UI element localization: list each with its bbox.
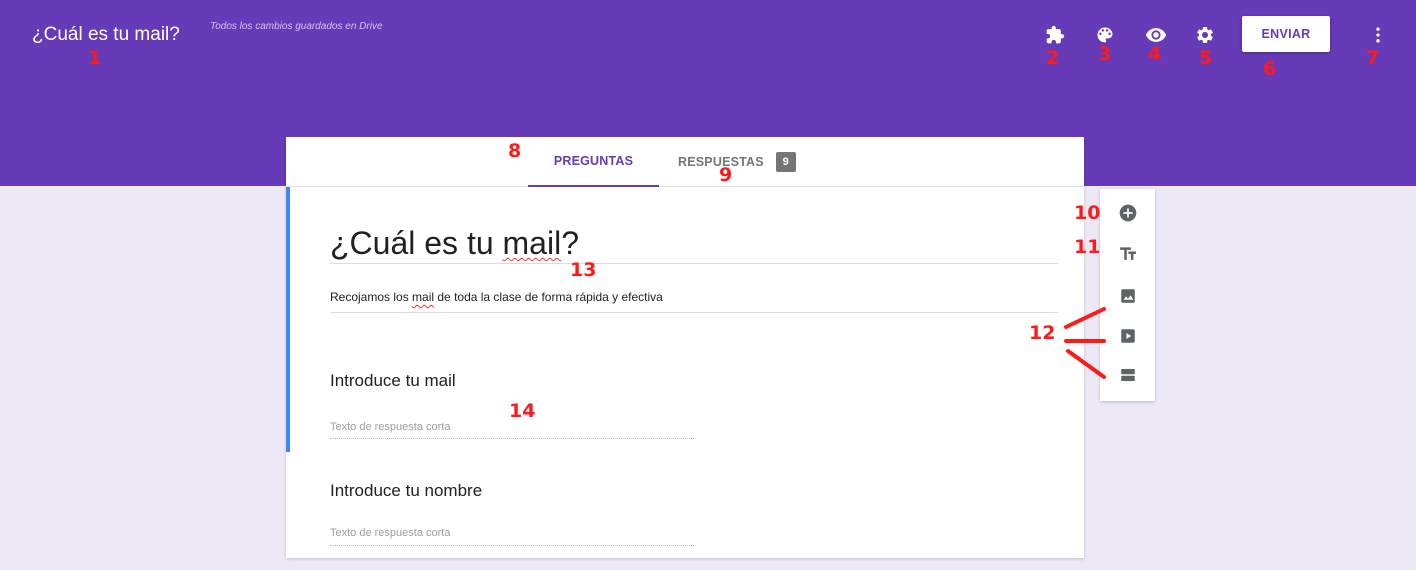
form-title-suffix: ? (561, 225, 579, 261)
tab-preguntas[interactable]: PREGUNTAS (528, 137, 659, 187)
image-icon[interactable] (1116, 284, 1140, 308)
tab-preguntas-label: PREGUNTAS (553, 154, 634, 168)
tabs-bar: PREGUNTAS RESPUESTAS 9 (286, 137, 1084, 187)
form-description[interactable]: Recojamos los mail de toda la clase de f… (330, 290, 663, 304)
responses-count-badge: 9 (775, 152, 796, 172)
active-section-indicator (286, 187, 290, 452)
tab-respuestas[interactable]: RESPUESTAS 9 (678, 137, 828, 187)
callout-number: 4 (1148, 43, 1162, 65)
answer-underline (330, 545, 694, 546)
callout-12-pointer-lines (1064, 307, 1106, 379)
answer-placeholder: Texto de respuesta corta (330, 421, 451, 433)
form-description-underline (330, 312, 1058, 313)
form-title-underline (330, 263, 1058, 264)
callout-number: 14 (509, 400, 536, 422)
form-desc-prefix: Recojamos los (330, 290, 413, 304)
question-title[interactable]: Introduce tu nombre (330, 481, 482, 501)
callout-number: 3 (1098, 43, 1112, 65)
more-vert-icon[interactable] (1366, 23, 1390, 47)
callout-number: 10 (1074, 202, 1101, 224)
app-title[interactable]: ¿Cuál es tu mail? (32, 24, 180, 46)
title-text-icon[interactable] (1116, 242, 1140, 266)
callout-number: 13 (570, 259, 597, 281)
callout-number: 8 (508, 140, 522, 162)
callout-number: 2 (1046, 47, 1060, 69)
video-icon[interactable] (1116, 324, 1140, 348)
callout-number: 11 (1074, 236, 1101, 258)
callout-number: 6 (1263, 58, 1277, 80)
callout-number: 7 (1366, 47, 1380, 69)
add-circle-icon[interactable] (1116, 201, 1140, 225)
callout-number: 9 (719, 164, 733, 186)
form-desc-word: mail (412, 290, 435, 304)
callout-number: 5 (1199, 47, 1213, 69)
send-button[interactable]: ENVIAR (1242, 16, 1330, 52)
form-desc-suffix: de toda la clase de forma rápida y efect… (434, 290, 663, 304)
section-icon[interactable] (1116, 363, 1140, 387)
gear-icon[interactable] (1193, 23, 1217, 47)
form-title-prefix: ¿Cuál es tu (330, 225, 503, 261)
form-title[interactable]: ¿Cuál es tu mail? (330, 225, 579, 262)
question-title[interactable]: Introduce tu mail (330, 371, 456, 391)
answer-underline (330, 438, 694, 439)
callout-number: 12 (1029, 322, 1056, 344)
answer-placeholder: Texto de respuesta corta (330, 527, 451, 539)
puzzle-icon[interactable] (1043, 23, 1067, 47)
form-card: PREGUNTAS RESPUESTAS 9 ¿Cuál es tu mail?… (286, 137, 1084, 558)
save-status: Todos los cambios guardados en Drive (210, 21, 383, 32)
form-title-word: mail (502, 225, 562, 261)
callout-number: 1 (88, 47, 102, 69)
